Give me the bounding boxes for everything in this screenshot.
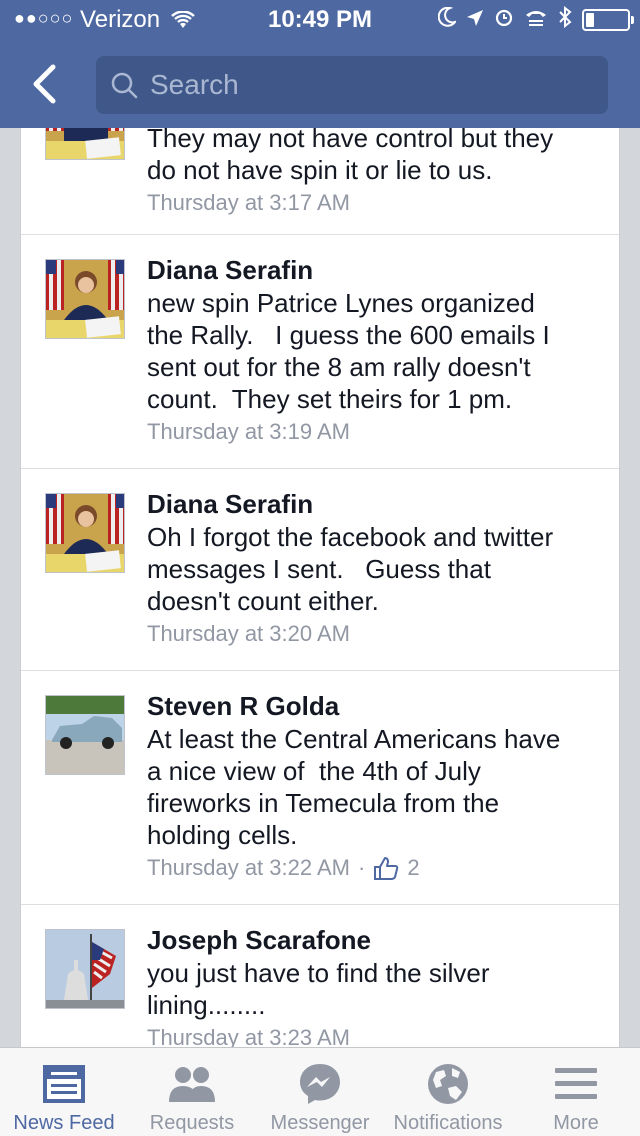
comment-meta: Thursday at 3:19 AM bbox=[147, 417, 607, 447]
chevron-left-icon bbox=[33, 64, 56, 104]
friend-requests-icon bbox=[169, 1067, 215, 1102]
diana-serafin-photo bbox=[46, 494, 124, 572]
comment-author[interactable]: Diana Serafin bbox=[147, 255, 607, 287]
status-icons bbox=[437, 5, 634, 34]
tty-icon bbox=[524, 7, 548, 33]
avatar[interactable] bbox=[45, 929, 125, 1009]
back-button[interactable] bbox=[22, 62, 66, 106]
comment-meta: Thursday at 3:20 AM bbox=[147, 619, 607, 649]
tab-label: Notifications bbox=[393, 1112, 503, 1134]
news-feed-icon bbox=[43, 1065, 85, 1103]
bluetooth-icon bbox=[558, 5, 572, 34]
comment-item: They may not have control but they do no… bbox=[21, 128, 619, 235]
car-photo bbox=[46, 696, 124, 774]
comment-item: Diana Serafin new spin Patrice Lynes org… bbox=[21, 235, 619, 469]
comment-timestamp[interactable]: Thursday at 3:20 AM bbox=[147, 619, 350, 649]
tab-label: News Feed bbox=[13, 1112, 115, 1134]
tab-label: Messenger bbox=[270, 1112, 370, 1134]
battery-icon bbox=[582, 9, 634, 31]
comments-list: They may not have control but they do no… bbox=[20, 128, 620, 1047]
tab-bar: News Feed Requests Messenger Notificatio… bbox=[0, 1047, 640, 1136]
comment-meta: Thursday at 3:23 AM bbox=[147, 1023, 607, 1047]
likes-count: 2 bbox=[407, 855, 420, 880]
comment-timestamp[interactable]: Thursday at 3:19 AM bbox=[147, 417, 350, 447]
avatar[interactable] bbox=[45, 128, 125, 160]
capitol-flag-photo bbox=[46, 930, 124, 1008]
search-field[interactable] bbox=[96, 56, 608, 114]
tab-label: More bbox=[553, 1112, 599, 1134]
search-icon bbox=[111, 72, 138, 99]
thumbs-up-icon bbox=[374, 857, 399, 880]
comment-author[interactable]: Joseph Scarafone bbox=[147, 925, 607, 957]
tab-requests[interactable]: Requests bbox=[128, 1048, 256, 1136]
comment-text: Oh I forgot the facebook and twitter mes… bbox=[147, 522, 554, 616]
comment-text: They may not have control but they do no… bbox=[147, 128, 554, 185]
comment-item: Joseph Scarafone you just have to find t… bbox=[21, 905, 619, 1047]
avatar[interactable] bbox=[45, 259, 125, 339]
status-bar: ●●○○○ Verizon 10:49 PM bbox=[0, 0, 640, 40]
search-input[interactable] bbox=[150, 69, 570, 101]
nav-row bbox=[0, 50, 640, 120]
comment-text: At least the Central Americans have a ni… bbox=[147, 724, 561, 850]
comment-text: new spin Patrice Lynes organized the Ral… bbox=[147, 288, 550, 414]
comment-timestamp[interactable]: Thursday at 3:17 AM bbox=[147, 188, 350, 218]
avatar[interactable] bbox=[45, 695, 125, 775]
comment-author[interactable]: Diana Serafin bbox=[147, 489, 607, 521]
menu-icon bbox=[555, 1068, 597, 1099]
avatar[interactable] bbox=[45, 493, 125, 573]
tab-news-feed[interactable]: News Feed bbox=[0, 1048, 128, 1136]
tab-label: Requests bbox=[149, 1112, 235, 1134]
top-bar: ●●○○○ Verizon 10:49 PM bbox=[0, 0, 640, 128]
comment-meta: Thursday at 3:17 AM bbox=[147, 188, 607, 218]
tab-more[interactable]: More bbox=[512, 1048, 640, 1136]
tab-notifications[interactable]: Notifications bbox=[384, 1048, 512, 1136]
diana-serafin-photo bbox=[46, 260, 124, 338]
messenger-icon bbox=[300, 1064, 340, 1104]
comment-timestamp[interactable]: Thursday at 3:22 AM bbox=[147, 853, 350, 883]
comment-author[interactable]: Steven R Golda bbox=[147, 691, 607, 723]
diana-serafin-photo bbox=[46, 128, 124, 159]
comment-item: Diana Serafin Oh I forgot the facebook a… bbox=[21, 469, 619, 671]
moon-icon bbox=[437, 6, 458, 33]
location-arrow-icon bbox=[466, 7, 484, 33]
globe-icon bbox=[428, 1064, 468, 1104]
comment-text: you just have to find the silver lining.… bbox=[147, 958, 490, 1020]
meta-separator: · bbox=[358, 855, 366, 880]
comment-item: Steven R Golda At least the Central Amer… bbox=[21, 671, 619, 905]
likes-count-link[interactable]: 2 bbox=[373, 853, 420, 883]
comment-timestamp[interactable]: Thursday at 3:23 AM bbox=[147, 1023, 350, 1047]
comment-meta: Thursday at 3:22 AM · 2 bbox=[147, 853, 607, 883]
alarm-icon bbox=[494, 7, 514, 33]
tab-messenger[interactable]: Messenger bbox=[256, 1048, 384, 1136]
